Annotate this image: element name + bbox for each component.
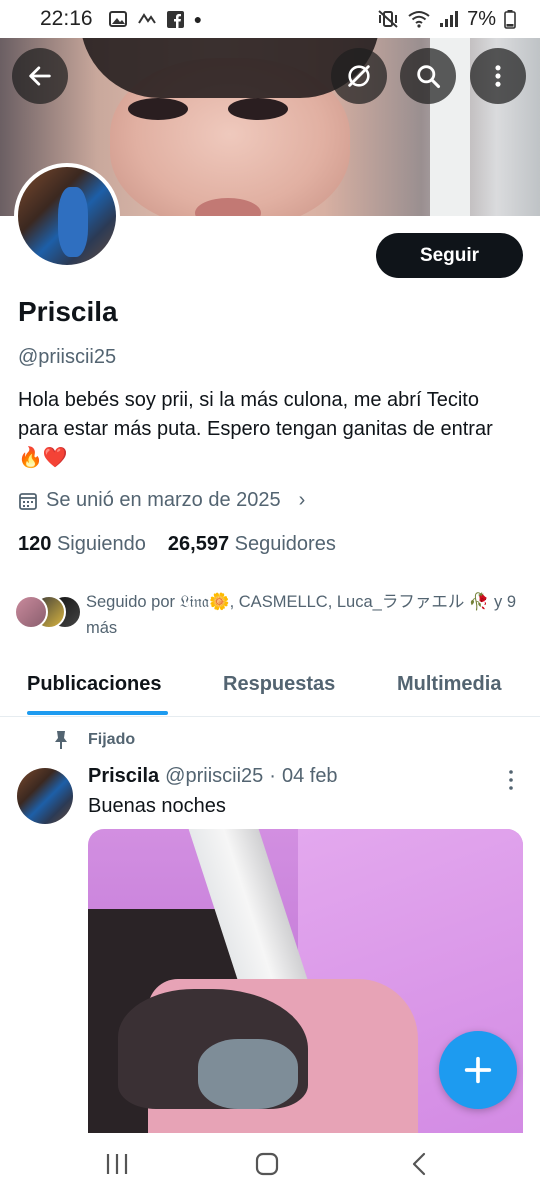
banner-eye-right <box>228 98 288 120</box>
pinned-indicator: Fijado <box>52 730 135 750</box>
post-header: Priscila @priiscii25 · 04 feb <box>88 765 338 788</box>
followed-by-row[interactable]: Seguido por 𝔏𝔦𝔫𝔞🌼, CASMELLC, Luca_ラファエル … <box>14 589 526 641</box>
followed-by-text: Seguido por 𝔏𝔦𝔫𝔞🌼, CASMELLC, Luca_ラファエル … <box>86 593 517 637</box>
search-icon <box>417 65 441 89</box>
search-button[interactable] <box>400 48 456 104</box>
followers-count: 26,597 <box>167 533 230 555</box>
post-author-handle[interactable]: @priiscii25 <box>165 765 263 788</box>
compose-button[interactable] <box>439 1031 517 1109</box>
status-bar: 22:16 ● 7% <box>0 0 540 38</box>
arrow-left-icon <box>29 66 51 86</box>
more-vertical-icon <box>495 65 501 87</box>
active-tab-indicator <box>27 711 168 715</box>
following-count: 120 <box>18 533 52 555</box>
wifi-icon <box>408 11 430 28</box>
profile-bio: Hola bebés soy prii, si la más culona, m… <box>18 389 493 469</box>
more-button[interactable] <box>470 48 526 104</box>
joined-date-text: Se unió en marzo de 2025 <box>46 489 281 511</box>
facebook-icon <box>166 10 184 28</box>
pin-icon <box>55 731 67 749</box>
pinned-label: Fijado <box>88 731 136 748</box>
tab-respuestas[interactable]: Respuestas <box>223 673 335 696</box>
profile-handle: @priiscii25 <box>18 346 117 368</box>
home-icon[interactable] <box>255 1152 279 1176</box>
plus-icon <box>464 1056 492 1084</box>
dot-icon: ● <box>193 11 203 27</box>
image-icon <box>108 11 127 27</box>
post-author-avatar[interactable] <box>17 768 73 824</box>
post-text: Buenas noches <box>88 795 226 817</box>
signal-icon <box>440 11 459 27</box>
following-label: Siguiendo <box>56 533 146 555</box>
profile-tabs: Publicaciones Respuestas Multimedia <box>0 664 540 717</box>
followers-label: Seguidores <box>234 533 336 555</box>
tab-publicaciones[interactable]: Publicaciones <box>27 673 162 696</box>
media-shorts <box>198 1039 298 1109</box>
following-link[interactable]: 120 Siguiendo <box>18 533 146 556</box>
profile-avatar[interactable] <box>14 163 120 269</box>
battery-icon <box>504 10 516 29</box>
follow-button[interactable]: Seguir <box>376 233 523 278</box>
back-button[interactable] <box>12 48 68 104</box>
chevron-right-icon: › <box>298 489 306 511</box>
followed-by-avatars <box>14 595 82 631</box>
followers-link[interactable]: 26,597 Seguidores <box>168 533 336 556</box>
profile-name: Priscila <box>18 296 118 327</box>
banner-eye-left <box>128 98 188 120</box>
post-author-name[interactable]: Priscila <box>88 765 159 788</box>
activity-icon <box>137 13 156 24</box>
calendar-icon <box>19 492 37 510</box>
battery-level: 7% <box>467 7 496 30</box>
post-separator: · <box>269 765 276 787</box>
grok-button[interactable] <box>331 48 387 104</box>
status-time: 22:16 <box>40 7 93 30</box>
system-nav-bar <box>0 1133 540 1200</box>
recent-apps-icon[interactable] <box>104 1152 130 1176</box>
mute-vibrate-icon <box>378 10 398 28</box>
avatar <box>14 595 48 629</box>
tab-multimedia[interactable]: Multimedia <box>397 673 501 696</box>
joined-date-row[interactable]: Se unió en marzo de 2025 › <box>18 489 305 512</box>
follow-stats: 120 Siguiendo 26,597 Seguidores <box>18 533 336 556</box>
grok-icon <box>348 65 370 87</box>
back-icon[interactable] <box>409 1152 429 1176</box>
post-date[interactable]: 04 feb <box>282 765 338 788</box>
post-more-icon[interactable] <box>506 769 516 791</box>
